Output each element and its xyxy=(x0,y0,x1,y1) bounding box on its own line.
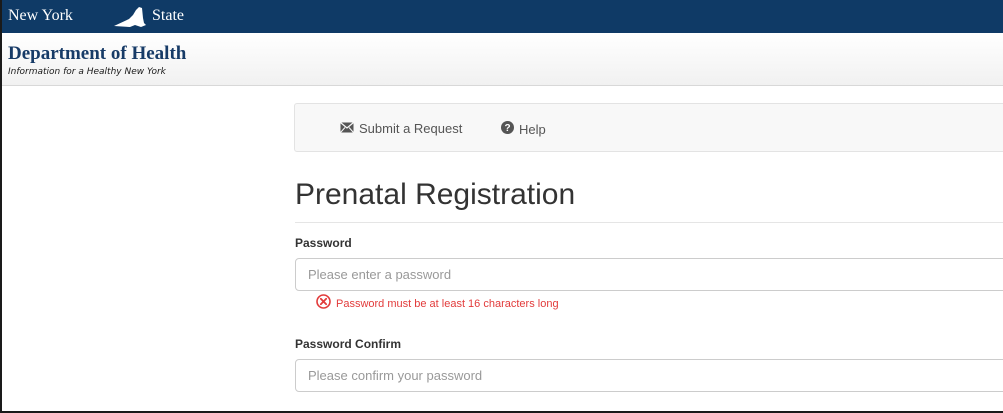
department-title[interactable]: Department of Health xyxy=(8,43,186,65)
nys-banner: New York State xyxy=(2,0,1003,33)
page-title: Prenatal Registration xyxy=(295,178,576,211)
help-label: Help xyxy=(519,121,546,137)
new-york-state-shape-icon xyxy=(111,6,147,33)
banner-new-york-text: New York xyxy=(8,7,73,24)
request-nav: Submit a Request ? Help xyxy=(294,103,1003,152)
svg-text:?: ? xyxy=(504,123,510,134)
title-divider xyxy=(295,222,1003,223)
submit-request-link[interactable]: Submit a Request xyxy=(340,121,462,136)
password-label: Password xyxy=(295,236,352,250)
error-x-circle-icon xyxy=(316,294,331,314)
help-link[interactable]: ? Help xyxy=(501,121,546,137)
password-confirm-label: Password Confirm xyxy=(295,337,402,351)
envelope-icon xyxy=(340,121,359,136)
password-confirm-input[interactable] xyxy=(295,359,1003,392)
department-tagline: Information for a Healthy New York xyxy=(8,67,166,77)
banner-state-text: State xyxy=(152,7,184,24)
submit-request-label: Submit a Request xyxy=(359,121,463,136)
password-error: Password must be at least 16 characters … xyxy=(316,294,559,314)
doh-header: Department of Health Information for a H… xyxy=(2,33,1003,86)
question-circle-icon: ? xyxy=(501,121,519,137)
page-frame: New York State Department of Health Info… xyxy=(0,0,1003,413)
password-error-text: Password must be at least 16 characters … xyxy=(336,298,559,310)
password-input[interactable] xyxy=(295,258,1003,291)
